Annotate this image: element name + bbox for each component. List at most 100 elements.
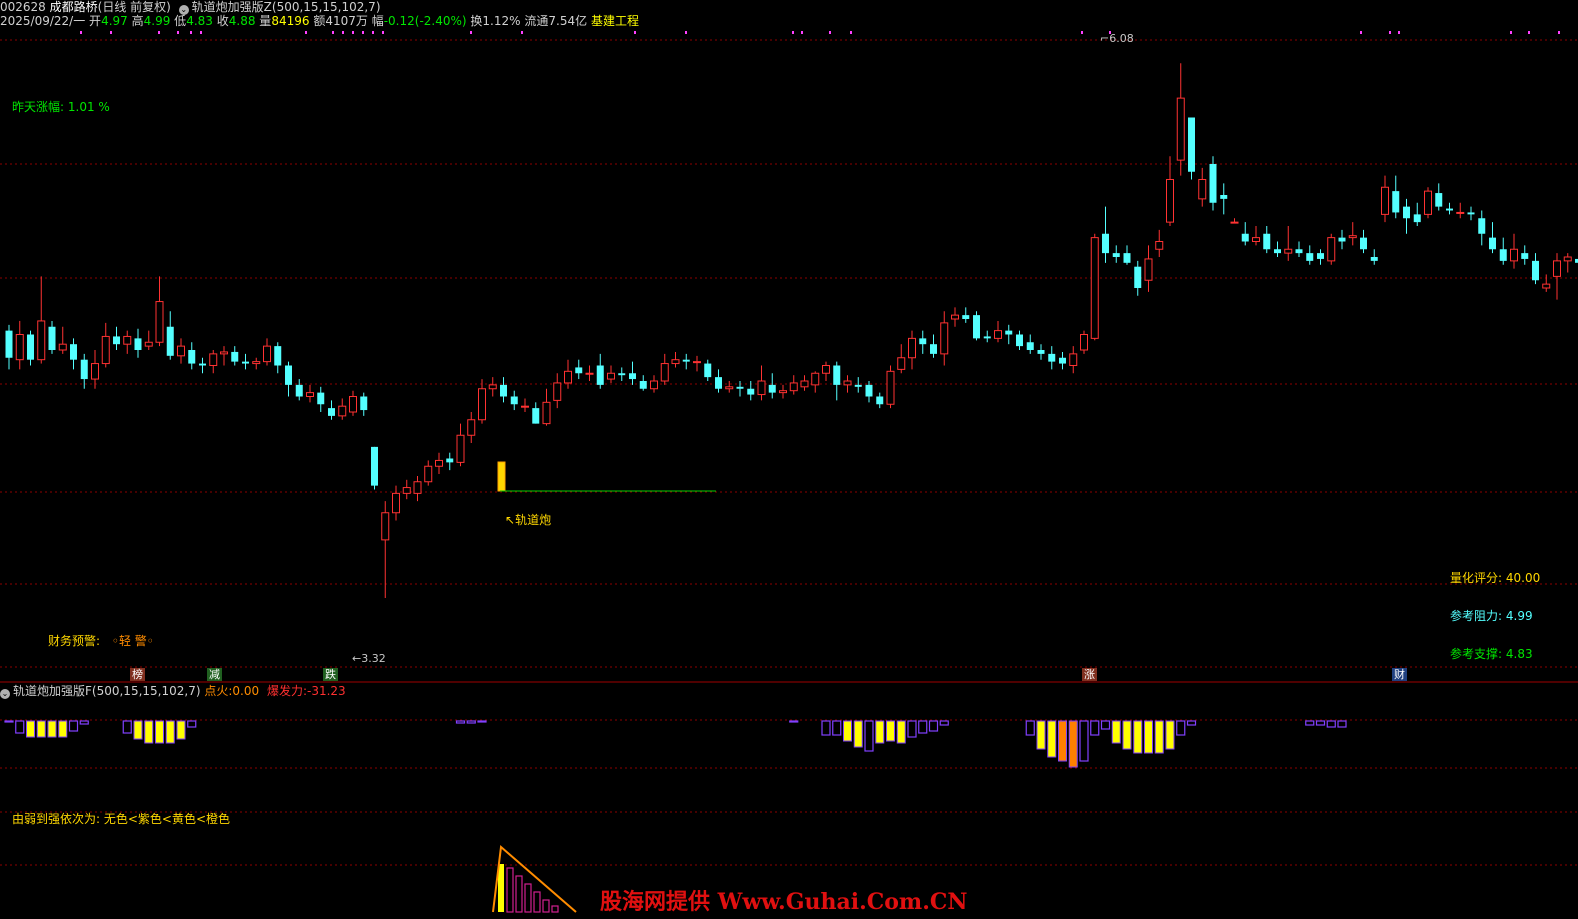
- top-marker-dot: [332, 31, 334, 34]
- indicator-bar-yellow: [1154, 720, 1164, 754]
- indicator-bar-purple: [1326, 720, 1336, 728]
- candle-body-down: [833, 365, 841, 385]
- candle-body-up: [994, 330, 1002, 339]
- candle-body-up: [779, 390, 787, 394]
- candle-body-up: [1166, 179, 1174, 223]
- top-marker-dot: [470, 31, 472, 34]
- candle-body-down: [1241, 233, 1249, 242]
- candle-body-up: [1348, 235, 1357, 239]
- candle-body-down: [1489, 237, 1496, 250]
- candle-body-up: [564, 370, 572, 384]
- indicator-bar-yellow: [1133, 720, 1143, 754]
- high-value: 4.99: [143, 14, 171, 28]
- indicator-bar-purple: [864, 720, 874, 752]
- candle-body-up: [488, 384, 497, 390]
- candle-body-up: [1542, 283, 1551, 289]
- candlestick-series: [5, 63, 1578, 598]
- fire-label: 点火:: [204, 684, 233, 698]
- candle-body-down: [1532, 260, 1539, 281]
- event-tag-finance[interactable]: 财: [1392, 668, 1407, 681]
- indicator-bar-yellow: [1111, 720, 1121, 744]
- fire-value: 0.00: [232, 684, 260, 698]
- candle-body-down: [629, 373, 636, 380]
- candle-body-down: [854, 384, 862, 387]
- indicator-bar-orange: [1058, 720, 1067, 762]
- watermark: 股海网提供 Www.Guhai.Com.CN: [600, 889, 968, 915]
- signal-annotation: ↖轨道炮: [505, 511, 551, 528]
- indicator-bar-purple: [1090, 720, 1100, 736]
- finance-warning: 财务预警: ◦轻 警◦: [48, 632, 154, 649]
- kline-chart[interactable]: [0, 0, 1578, 919]
- min-price-marker: ←3.32: [352, 652, 386, 665]
- sub-indicator-settings-icon[interactable]: ⌄: [0, 689, 10, 699]
- candle-body-down: [1338, 237, 1346, 242]
- yesterday-label: 昨天涨幅:: [12, 100, 65, 114]
- bottom-bar-magenta: [506, 867, 514, 913]
- candle-body-down: [134, 338, 142, 350]
- candle-body-up: [757, 380, 766, 396]
- candle-body-down: [231, 351, 239, 362]
- candle-body-down: [1016, 334, 1023, 347]
- candle-body-down: [1220, 195, 1228, 199]
- indicator-bar-purple: [1315, 720, 1326, 726]
- close-label: 收: [216, 14, 229, 28]
- candle-body-down: [500, 384, 507, 397]
- top-marker-dot: [382, 31, 384, 34]
- candle-body-down: [1306, 253, 1314, 261]
- top-marker-dot: [829, 31, 831, 34]
- support-value: 4.83: [1505, 647, 1533, 661]
- candle-body-down: [1059, 357, 1066, 364]
- candle-body-down: [199, 363, 206, 366]
- candle-body-down: [1413, 214, 1421, 223]
- candle-body-up: [1090, 237, 1099, 339]
- candle-body-down: [865, 384, 873, 397]
- top-marker-dot: [521, 31, 523, 34]
- main-indicator-name[interactable]: 轨道炮加强版Z(500,15,15,102,7): [192, 0, 381, 14]
- candle-body-up: [897, 357, 906, 370]
- sector-link[interactable]: 基建工程: [591, 14, 639, 28]
- period-mode[interactable]: (日线 前复权): [98, 0, 171, 14]
- top-marker-dot: [1081, 31, 1083, 34]
- indicator-bar-purple: [1186, 720, 1197, 726]
- event-tag-fall[interactable]: 跌: [323, 668, 338, 681]
- low-value: 4.83: [186, 14, 213, 28]
- candle-body-up: [908, 337, 916, 359]
- sub-indicator-name[interactable]: 轨道炮加强版F(500,15,15,102,7): [13, 684, 201, 698]
- indicator-bar-yellow: [133, 720, 143, 740]
- indicator-bar-yellow: [843, 720, 852, 742]
- candle-body-down: [1295, 249, 1303, 254]
- indicator-bar-yellow: [26, 720, 35, 738]
- candle-body-up: [220, 351, 228, 355]
- min-arrow-icon: ←: [352, 652, 362, 665]
- grid-lines: [0, 39, 1578, 866]
- candle-body-up: [1510, 248, 1518, 262]
- candle-body-down: [962, 315, 970, 319]
- resist-label: 参考阻力:: [1450, 609, 1503, 623]
- indicator-bar-yellow: [1122, 720, 1132, 750]
- candle-body-up: [392, 492, 400, 514]
- indicator-bar-yellow: [36, 720, 46, 738]
- strength-legend-note: 由弱到强依次为: 无色<紫色<黄色<橙色: [12, 812, 231, 826]
- candle-body-down: [188, 350, 196, 364]
- top-markers: [80, 31, 1560, 34]
- candle-body-up: [1424, 190, 1432, 215]
- candle-body-down: [1134, 266, 1142, 288]
- candle-body-down: [360, 396, 368, 411]
- event-tag-reduce[interactable]: 减: [207, 668, 222, 681]
- candle-body-up: [101, 335, 110, 365]
- event-tag-rise[interactable]: 涨: [1082, 668, 1097, 681]
- high-label: 高: [131, 14, 144, 28]
- candle-body-down: [983, 336, 991, 339]
- change-value: -0.12(-2.40%): [383, 14, 467, 28]
- candle-body-up: [886, 370, 895, 405]
- candle-body-up: [144, 341, 153, 347]
- indicator-bar-purple: [939, 720, 949, 726]
- header-row-2: 2025/09/22/一 开4.97 高4.99 低4.83 收4.88 量84…: [0, 14, 639, 29]
- event-tag-rank[interactable]: 榜: [130, 668, 145, 681]
- candle-body-up: [413, 481, 422, 494]
- indicator-bar-purple: [918, 720, 928, 734]
- indicator-bar-yellow: [853, 720, 863, 748]
- candle-body-up: [123, 335, 132, 345]
- candle-body-down: [510, 396, 518, 405]
- top-marker-dot: [1528, 31, 1530, 34]
